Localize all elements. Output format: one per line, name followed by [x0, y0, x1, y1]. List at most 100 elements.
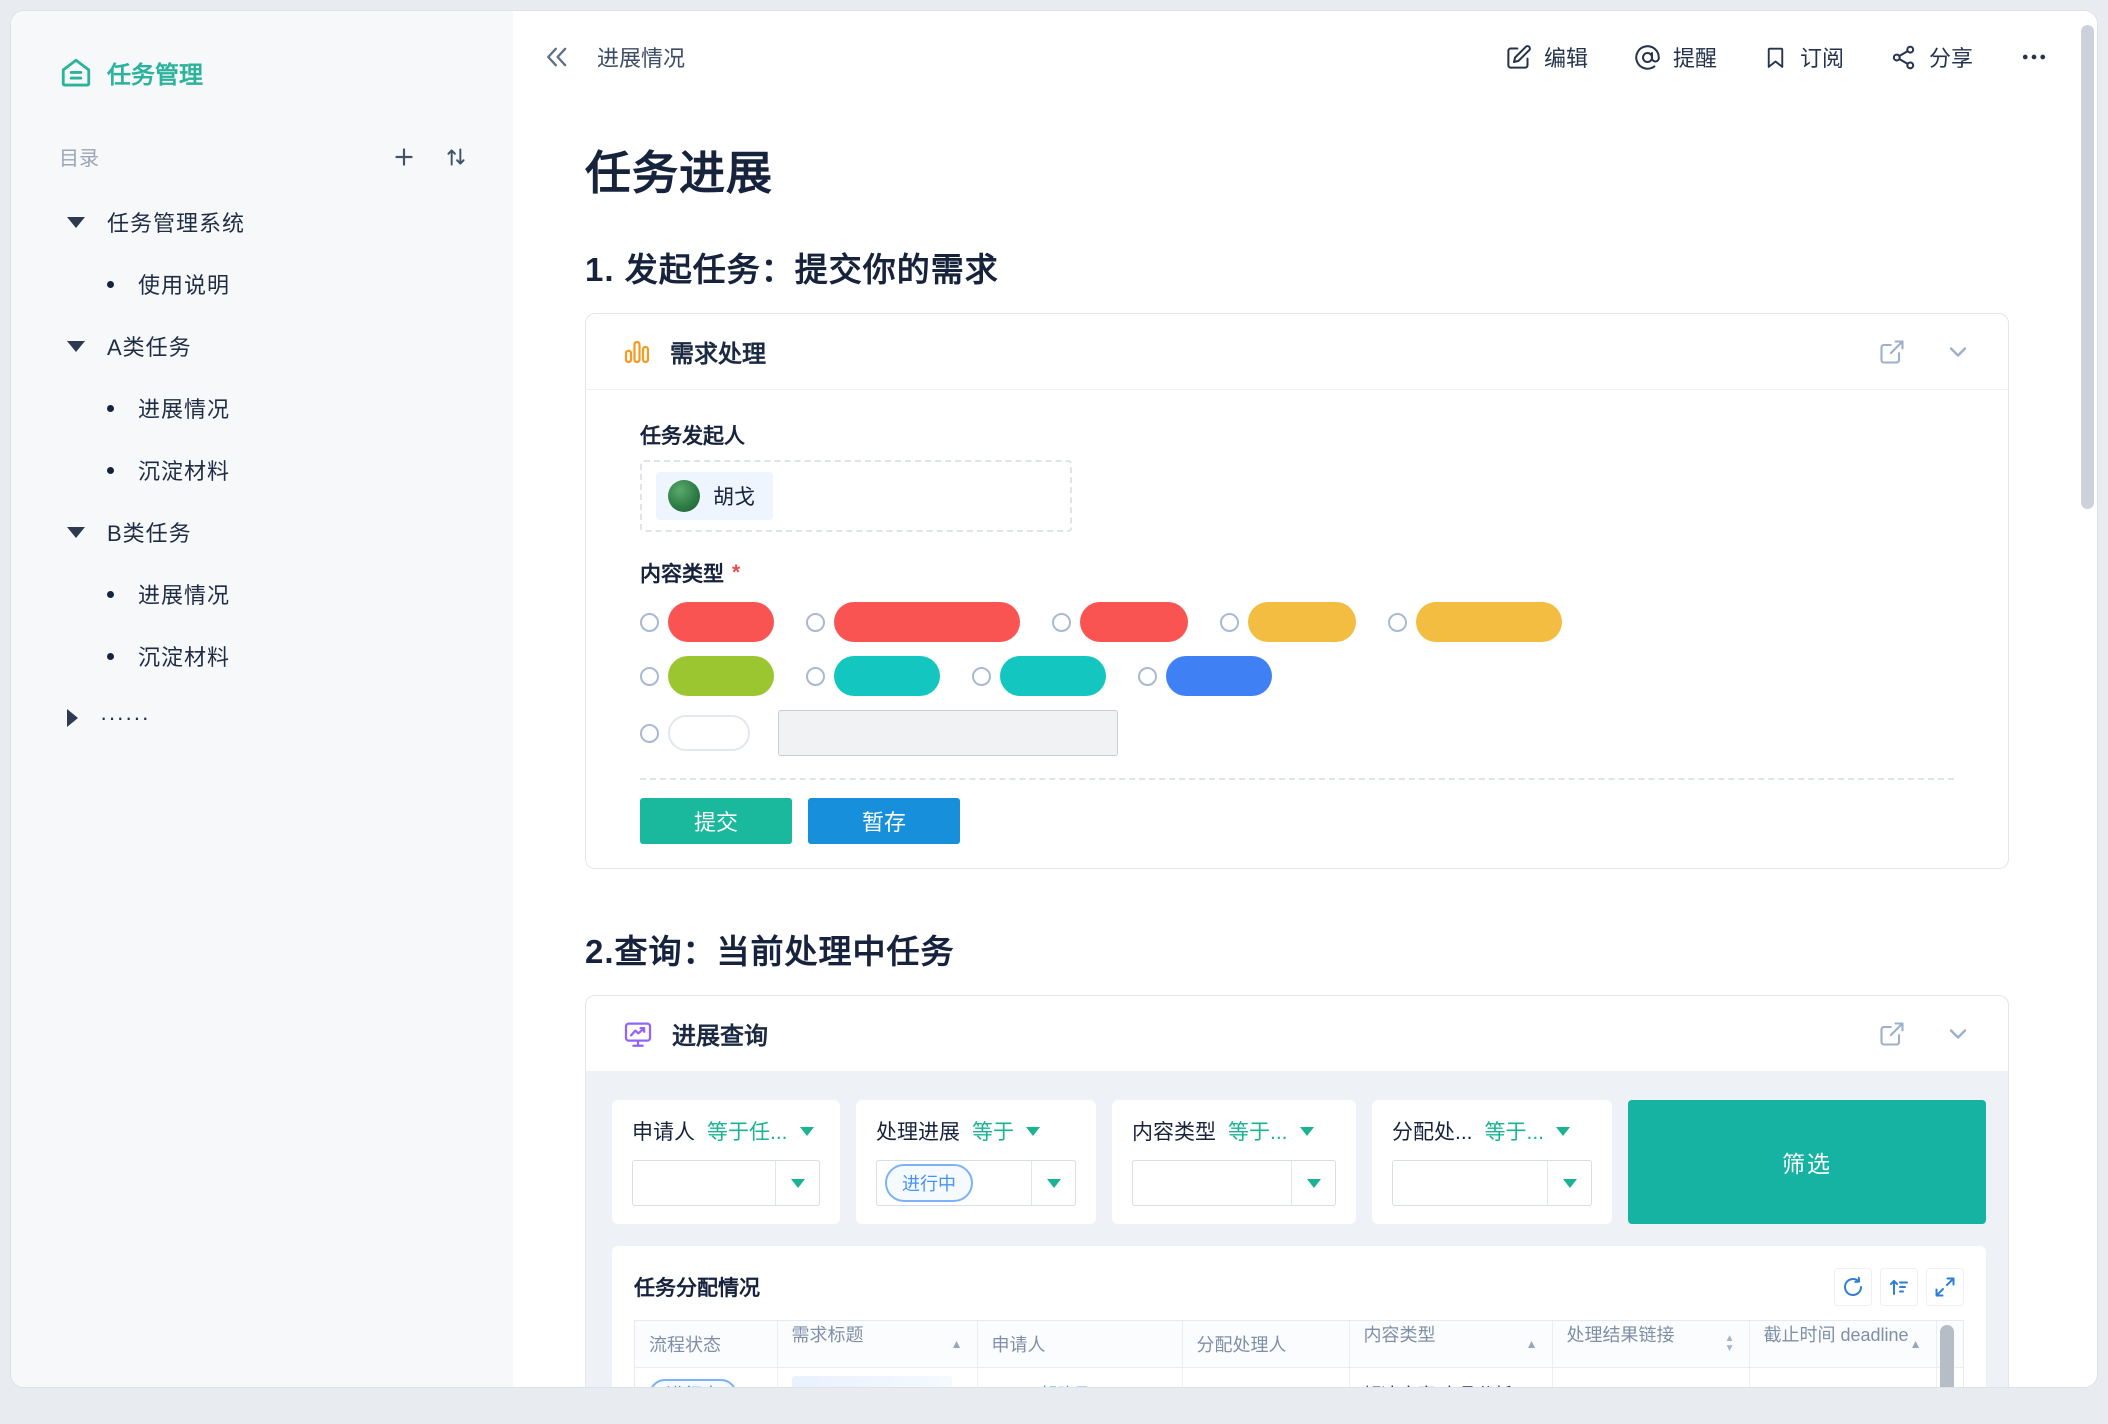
- content-type-option[interactable]: [640, 710, 1118, 756]
- content-type-option[interactable]: [806, 656, 940, 696]
- filter-content-type-select[interactable]: [1132, 1160, 1336, 1206]
- sidebar-item[interactable]: 沉淀材料: [59, 625, 483, 687]
- radio-button[interactable]: [972, 666, 991, 686]
- sidebar-item-label: A类任务: [107, 335, 192, 360]
- filter-operator[interactable]: 等于...: [1228, 1116, 1288, 1146]
- option-pill[interactable]: [1000, 656, 1106, 696]
- radio-button[interactable]: [1388, 612, 1407, 632]
- sidebar-item[interactable]: 任务管理系统: [59, 191, 483, 253]
- sidebar-item[interactable]: 沉淀材料: [59, 439, 483, 501]
- option-pill[interactable]: [668, 602, 774, 642]
- avatar: [668, 480, 700, 512]
- sort-asc-icon[interactable]: ▲: [1526, 1321, 1538, 1367]
- content-type-option[interactable]: [1388, 602, 1562, 642]
- subscribe-button[interactable]: 订阅: [1763, 41, 1844, 73]
- filter-applicant-select[interactable]: [632, 1160, 820, 1206]
- open-external-icon[interactable]: [1878, 1020, 1906, 1048]
- applicant-link[interactable]: Dave-胡晓飞: [992, 1385, 1094, 1388]
- sort-rows-button[interactable]: [1880, 1268, 1918, 1306]
- collapse-sidebar-icon[interactable]: [543, 43, 571, 71]
- option-pill[interactable]: [1080, 602, 1188, 642]
- chevron-down-icon[interactable]: [1944, 338, 1972, 366]
- filter-operator[interactable]: 等于: [972, 1116, 1014, 1146]
- content-type-option[interactable]: [806, 602, 1020, 642]
- other-option-input[interactable]: [778, 710, 1118, 756]
- progress-query-widget-header: 进展查询: [586, 996, 2008, 1072]
- content-type-option[interactable]: [1052, 602, 1188, 642]
- more-button[interactable]: [2019, 42, 2049, 72]
- radio-button[interactable]: [640, 666, 659, 686]
- dropdown-triangle-icon[interactable]: [1026, 1126, 1040, 1136]
- content-type-option[interactable]: [972, 656, 1106, 696]
- submit-button[interactable]: 提交: [640, 798, 792, 844]
- save-draft-button[interactable]: 暂存: [808, 798, 960, 844]
- sidebar-item[interactable]: 使用说明: [59, 253, 483, 315]
- radio-button[interactable]: [1138, 666, 1157, 686]
- breadcrumb: 进展情况: [597, 46, 686, 71]
- sidebar-item[interactable]: A类任务: [59, 315, 483, 377]
- filter-progress-select[interactable]: 进行中: [876, 1160, 1076, 1206]
- person-chip[interactable]: 胡戈: [656, 472, 773, 520]
- option-pill[interactable]: [834, 602, 1020, 642]
- filter-operator[interactable]: 等于...: [1485, 1116, 1545, 1146]
- radio-button[interactable]: [640, 612, 659, 632]
- initiator-field[interactable]: 胡戈: [640, 460, 1072, 532]
- filter-assignee-select[interactable]: [1392, 1160, 1592, 1206]
- radio-button[interactable]: [806, 666, 825, 686]
- table-column-header[interactable]: 需求标题 ▲: [777, 1321, 978, 1368]
- assignment-table-card: 任务分配情况 流程状态 需求标题 ▲ 申请人 分配处理人 内容类型 ▲ 处理结果…: [612, 1246, 1986, 1387]
- table-scrollbar[interactable]: [1940, 1325, 1954, 1387]
- content-type-option[interactable]: [640, 602, 774, 642]
- remind-button[interactable]: 提醒: [1634, 41, 1717, 73]
- option-pill[interactable]: [1416, 602, 1562, 642]
- content-type-option[interactable]: [640, 656, 774, 696]
- radio-button[interactable]: [640, 723, 659, 743]
- request-form-widget: 需求处理 任务发起人 胡戈 内容类型 * 提交 暂存: [585, 313, 2009, 869]
- option-pill[interactable]: [668, 656, 774, 696]
- triangle-right-icon[interactable]: [67, 709, 78, 727]
- radio-button[interactable]: [1052, 612, 1071, 632]
- content-type-option[interactable]: [1220, 602, 1356, 642]
- sidebar-item[interactable]: 进展情况: [59, 377, 483, 439]
- sort-asc-icon[interactable]: ▲: [1910, 1321, 1922, 1367]
- triangle-down-icon[interactable]: [67, 216, 85, 228]
- radio-button[interactable]: [806, 612, 825, 632]
- option-pill[interactable]: [668, 715, 750, 751]
- expand-button[interactable]: [1926, 1268, 1964, 1306]
- sidebar-item[interactable]: 进展情况: [59, 563, 483, 625]
- dropdown-triangle-icon[interactable]: [1299, 1126, 1314, 1136]
- filter-applicant: 申请人 等于任...: [612, 1100, 840, 1224]
- page-scrollbar[interactable]: [2081, 25, 2094, 509]
- sidebar-item[interactable]: ······: [59, 687, 483, 749]
- chevron-down-icon[interactable]: [1944, 1020, 1972, 1048]
- sort-both-icon[interactable]: ▲ ▼: [1725, 1321, 1735, 1367]
- option-pill[interactable]: [1166, 656, 1272, 696]
- option-pill[interactable]: [834, 656, 940, 696]
- option-pill[interactable]: [1248, 602, 1356, 642]
- edit-button[interactable]: 编辑: [1505, 41, 1588, 73]
- filter-name: 内容类型: [1132, 1121, 1216, 1144]
- add-page-icon[interactable]: [391, 144, 417, 170]
- triangle-down-icon[interactable]: [67, 526, 85, 538]
- share-button[interactable]: 分享: [1890, 41, 1973, 73]
- refresh-button[interactable]: [1834, 1268, 1872, 1306]
- sidebar-item[interactable]: B类任务: [59, 501, 483, 563]
- table-row: 进行中 Dave-胡晓飞 解决方案/竞品分析: [635, 1367, 1963, 1388]
- content-type-option[interactable]: [1138, 656, 1272, 696]
- sort-order-icon[interactable]: [443, 144, 469, 170]
- sidebar-item-label: 任务管理系统: [107, 211, 246, 236]
- triangle-down-icon[interactable]: [67, 340, 85, 352]
- more-icon: [2019, 42, 2049, 72]
- sidebar-app-title[interactable]: 任务管理: [59, 55, 513, 90]
- radio-button[interactable]: [1220, 612, 1239, 632]
- table-column-header[interactable]: 截止时间 deadline ▲: [1749, 1321, 1937, 1368]
- table-column-header[interactable]: 处理结果链接 ▲ ▼: [1552, 1321, 1750, 1368]
- sort-asc-icon[interactable]: ▲: [951, 1321, 963, 1367]
- dropdown-triangle-icon[interactable]: [799, 1126, 814, 1136]
- table-column-header[interactable]: 内容类型 ▲: [1349, 1321, 1553, 1368]
- dropdown-triangle-icon: [1562, 1178, 1577, 1188]
- open-external-icon[interactable]: [1878, 338, 1906, 366]
- filter-button[interactable]: 筛选: [1628, 1100, 1986, 1224]
- filter-operator[interactable]: 等于任...: [707, 1116, 788, 1146]
- dropdown-triangle-icon[interactable]: [1556, 1126, 1571, 1136]
